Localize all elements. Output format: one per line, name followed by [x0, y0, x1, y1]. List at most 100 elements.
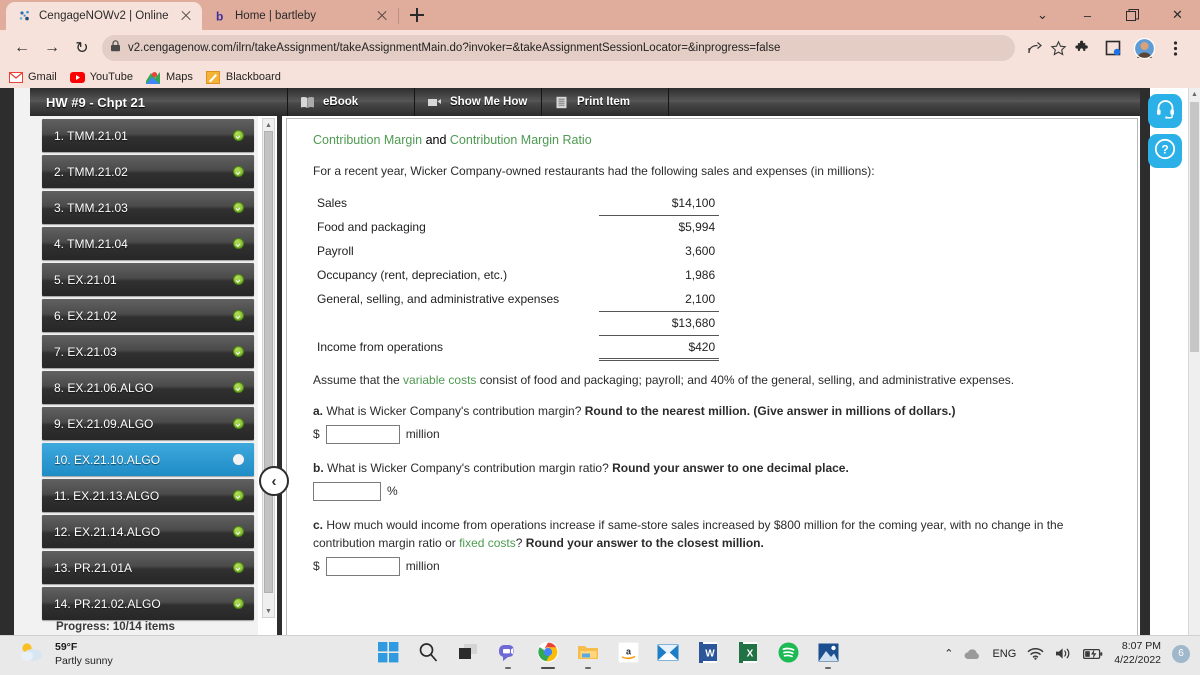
address-bar-url: v2.cengagenow.com/ilrn/takeAssignment/ta… — [128, 42, 781, 54]
reload-icon[interactable]: ↻ — [68, 34, 96, 62]
browser-window-icon[interactable] — [1102, 37, 1124, 59]
list-item-label: 13. PR.21.01A — [54, 560, 133, 575]
list-item[interactable]: 14. PR.21.02.ALGO — [42, 587, 254, 620]
question-mark-icon: ? — [1154, 138, 1176, 165]
list-item-label: 10. EX.21.10.ALGO — [54, 452, 161, 467]
list-item[interactable]: 13. PR.21.01A — [42, 551, 254, 584]
scrollbar-thumb[interactable] — [264, 131, 273, 593]
wifi-icon[interactable] — [1027, 647, 1044, 660]
page-scrollbar[interactable]: ▲ — [1188, 88, 1200, 635]
list-item[interactable]: 11. EX.21.13.ALGO — [42, 479, 254, 512]
battery-charging-icon[interactable] — [1083, 648, 1103, 660]
list-item-label: 12. EX.21.14.ALGO — [54, 524, 161, 539]
browser-tab-cengagenow[interactable]: CengageNOWv2 | Online teachin — [6, 2, 202, 30]
gmail-icon — [8, 70, 23, 85]
close-icon[interactable]: ✕ — [1155, 0, 1200, 30]
part-bold: Round to the nearest million. (Give answ… — [584, 403, 956, 418]
list-item-current[interactable]: 10. EX.21.10.ALGO — [42, 443, 254, 476]
chevron-up-icon[interactable]: ⌃ — [944, 647, 953, 660]
scrollbar-thumb[interactable] — [1190, 102, 1199, 352]
speaker-icon[interactable] — [1055, 647, 1072, 660]
bookmark-youtube[interactable]: YouTube — [69, 70, 133, 85]
forward-icon[interactable]: → — [38, 34, 66, 62]
notification-badge[interactable]: 6 — [1172, 644, 1190, 663]
list-item[interactable]: 3. TMM.21.03 — [42, 191, 254, 224]
bookmark-maps[interactable]: Maps — [146, 70, 193, 85]
progress-text: Progress: 10/14 items — [56, 621, 175, 633]
close-icon[interactable] — [179, 9, 193, 23]
support-headset-button[interactable] — [1148, 94, 1182, 128]
list-item-label: 5. EX.21.01 — [54, 272, 117, 287]
chrome-icon[interactable] — [536, 640, 560, 669]
mail-icon[interactable] — [656, 640, 680, 664]
dollar-sign: $ — [313, 426, 320, 441]
row-label: Sales — [317, 196, 348, 210]
list-item[interactable]: 7. EX.21.03 — [42, 335, 254, 368]
svg-text:W: W — [705, 648, 715, 659]
teams-icon[interactable] — [496, 640, 520, 669]
amazon-icon[interactable]: a — [616, 640, 640, 664]
answer-input-b[interactable] — [313, 482, 381, 502]
list-item[interactable]: 5. EX.21.01 — [42, 263, 254, 296]
maximize-icon[interactable] — [1110, 0, 1155, 30]
link-contribution-margin-ratio[interactable]: Contribution Margin Ratio — [450, 133, 592, 147]
tab-ebook[interactable]: eBook — [288, 88, 415, 116]
answer-input-a[interactable] — [325, 424, 400, 444]
link-variable-costs[interactable]: variable costs — [403, 373, 476, 387]
collapse-sidebar-button[interactable]: ‹ — [259, 466, 289, 496]
browser-tab-bartleby[interactable]: b Home | bartleby — [202, 2, 398, 30]
scroll-up-icon[interactable]: ▲ — [1189, 88, 1200, 100]
three-dot-menu-icon[interactable] — [1164, 37, 1186, 59]
table-row: $13,680 — [317, 311, 720, 336]
bookmark-label: Gmail — [28, 71, 57, 83]
start-icon[interactable] — [376, 640, 400, 664]
task-view-icon[interactable] — [456, 640, 480, 664]
bookmark-gmail[interactable]: Gmail — [8, 70, 57, 85]
search-icon[interactable] — [416, 640, 440, 664]
answer-input-c[interactable] — [325, 557, 400, 577]
list-item[interactable]: 1. TMM.21.01 — [42, 119, 254, 152]
file-explorer-icon[interactable] — [576, 640, 600, 669]
row-label: Payroll — [317, 244, 354, 258]
back-icon[interactable]: ← — [8, 34, 36, 62]
row-label: Food and packaging — [317, 220, 426, 234]
help-button[interactable]: ? — [1148, 134, 1182, 168]
cloud-icon[interactable] — [964, 648, 981, 660]
list-item[interactable]: 4. TMM.21.04 — [42, 227, 254, 260]
tab-print-item[interactable]: Print Item — [542, 88, 669, 116]
address-bar[interactable]: v2.cengagenow.com/ilrn/takeAssignment/ta… — [102, 35, 1015, 61]
taskbar-clock[interactable]: 8:07 PM 4/22/2022 — [1114, 640, 1161, 667]
scroll-down-icon[interactable]: ▼ — [263, 605, 274, 617]
sidebar-scrollbar[interactable]: ▲ ▼ — [262, 118, 275, 618]
scroll-up-icon[interactable]: ▲ — [263, 119, 274, 131]
extensions-puzzle-icon[interactable] — [1071, 37, 1093, 59]
weather-condition: Partly sunny — [55, 654, 113, 667]
star-icon[interactable] — [1047, 37, 1069, 59]
list-item[interactable]: 6. EX.21.02 — [42, 299, 254, 332]
list-item[interactable]: 9. EX.21.09.ALGO — [42, 407, 254, 440]
list-item[interactable]: 2. TMM.21.02 — [42, 155, 254, 188]
spotify-icon[interactable] — [776, 640, 800, 664]
check-complete-icon — [233, 238, 244, 249]
link-contribution-margin[interactable]: Contribution Margin — [313, 133, 422, 147]
link-fixed-costs[interactable]: fixed costs — [459, 536, 516, 550]
list-item[interactable]: 12. EX.21.14.ALGO — [42, 515, 254, 548]
language-indicator[interactable]: ENG — [992, 648, 1016, 660]
minimize-icon[interactable]: – — [1065, 0, 1110, 30]
excel-icon[interactable]: X — [736, 640, 760, 664]
tab-show-me-how[interactable]: Show Me How — [415, 88, 542, 116]
check-complete-icon — [233, 562, 244, 573]
share-icon[interactable] — [1023, 37, 1045, 59]
taskbar-weather-widget[interactable]: 59°F Partly sunny — [18, 641, 113, 668]
new-tab-button[interactable] — [404, 2, 430, 28]
tab-separator — [398, 8, 399, 24]
bookmark-blackboard[interactable]: Blackboard — [206, 70, 281, 85]
chevron-down-icon[interactable]: ⌄ — [1020, 0, 1065, 30]
close-icon[interactable] — [375, 9, 389, 23]
word-icon[interactable]: W — [696, 640, 720, 664]
list-item[interactable]: 8. EX.21.06.ALGO — [42, 371, 254, 404]
bookmark-label: Blackboard — [225, 71, 281, 83]
profile-avatar[interactable] — [1133, 37, 1155, 59]
photos-icon[interactable] — [816, 640, 840, 669]
document-icon — [554, 96, 569, 109]
